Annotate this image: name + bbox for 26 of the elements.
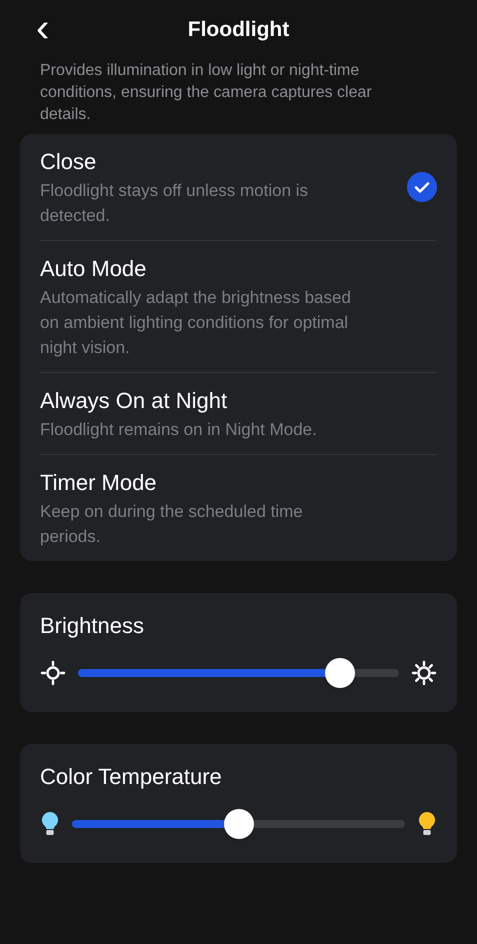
back-button[interactable]: ‹	[28, 8, 58, 52]
warm-bulb-icon	[417, 811, 437, 837]
check-icon	[407, 172, 437, 202]
mode-description: Automatically adapt the brightness based on ambient lighting conditions for optimal night vision.	[40, 287, 352, 359]
mode-title: Auto Mode	[40, 255, 148, 283]
mode-title: Always On at Night	[40, 387, 228, 415]
mode-option[interactable]: Close Floodlight stays off unless motion is detected.	[40, 134, 437, 240]
slider-thumb[interactable]	[324, 658, 355, 688]
page-title: Floodlight	[188, 17, 290, 44]
page-description: Provides illumination in low light or night-time conditions, ensuring the camera captures clear details.	[39, 61, 373, 125]
mode-option[interactable]: Always On at Night Floodlight remains on in Night Mode.	[40, 372, 437, 454]
slider-title: Color Temperature	[40, 763, 223, 791]
mode-title: Timer Mode	[40, 469, 158, 497]
mode-option[interactable]: Timer Mode Keep on during the scheduled time periods.	[40, 454, 437, 561]
cool-bulb-icon	[40, 811, 60, 837]
slider-title: Brightness	[40, 612, 145, 640]
dim-sun-icon	[40, 660, 66, 686]
mode-option[interactable]: Auto Mode Automatically adapt the brightness based on ambient lighting conditions for optimal night vision.	[40, 240, 437, 372]
mode-description: Floodlight remains on in Night Mode.	[40, 419, 318, 441]
mode-description: Floodlight stays off unless motion is detected.	[40, 180, 310, 227]
slider[interactable]	[72, 809, 405, 839]
bright-sun-icon	[411, 660, 437, 686]
slider[interactable]	[78, 658, 399, 688]
mode-description: Keep on during the scheduled time periods.	[40, 501, 304, 548]
slider-thumb[interactable]	[224, 809, 254, 839]
mode-title: Close	[40, 148, 98, 176]
